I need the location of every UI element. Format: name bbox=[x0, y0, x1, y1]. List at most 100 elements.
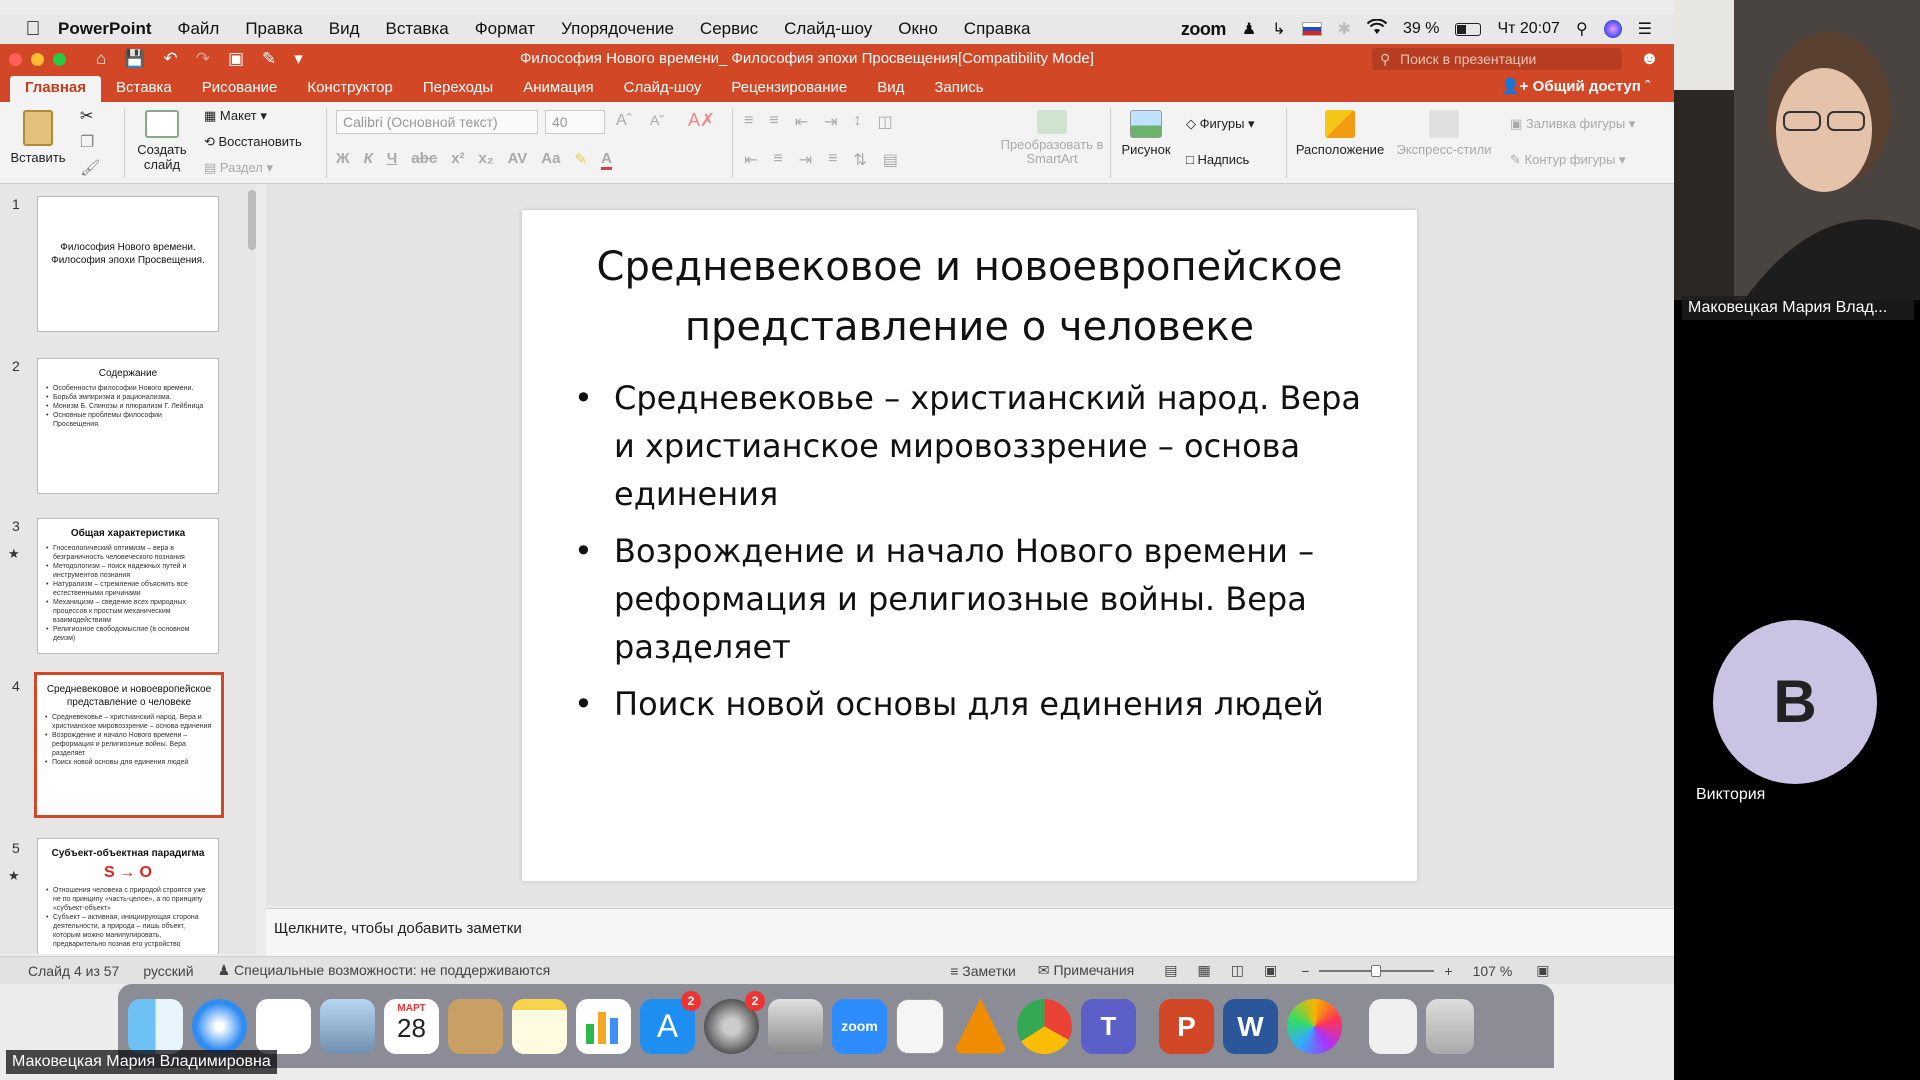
close-window-button[interactable] bbox=[9, 52, 22, 66]
font-size-select[interactable]: 40 bbox=[545, 110, 605, 134]
align-center-icon[interactable]: ≡ bbox=[773, 150, 782, 170]
numbers-icon[interactable] bbox=[576, 998, 631, 1054]
contacts-icon[interactable] bbox=[448, 998, 503, 1054]
feedback-icon[interactable]: ☻ bbox=[1640, 48, 1659, 69]
image-capture-icon[interactable] bbox=[768, 998, 823, 1054]
tab-record[interactable]: Запись bbox=[919, 76, 998, 102]
menu-tools[interactable]: Сервис bbox=[700, 19, 758, 39]
text-direction-icon[interactable]: ⇅ bbox=[854, 150, 867, 170]
reset-button[interactable]: ⟲ Восстановить bbox=[204, 134, 302, 150]
slide-title[interactable]: Средневековое и новоевропейское представ… bbox=[562, 237, 1377, 357]
zoom-slider-thumb[interactable] bbox=[1371, 964, 1382, 977]
clear-formatting-icon[interactable]: A✗ bbox=[688, 110, 715, 131]
apple-icon[interactable]:  bbox=[22, 18, 44, 40]
picture-button[interactable]: Рисунок bbox=[1118, 110, 1174, 157]
shape-fill-button[interactable]: ▣ Заливка фигуры ▾ bbox=[1510, 116, 1635, 132]
user-icon[interactable]: ♟ bbox=[1242, 19, 1256, 39]
notification-center-icon[interactable]: ☰ bbox=[1638, 19, 1652, 39]
clock[interactable]: Чт 20:07 bbox=[1497, 20, 1559, 38]
convert-smartart-button[interactable]: Преобразовать в SmartArt bbox=[1000, 110, 1104, 166]
menu-slideshow[interactable]: Слайд-шоу bbox=[784, 19, 872, 39]
layout-button[interactable]: ▦ Макет ▾ bbox=[204, 108, 267, 124]
shape-outline-button[interactable]: ✎ Контур фигуры ▾ bbox=[1510, 152, 1626, 168]
normal-view-icon[interactable]: ▤ bbox=[1164, 962, 1177, 979]
speaker-video[interactable] bbox=[1674, 0, 1920, 300]
system-preferences-icon[interactable]: 2 bbox=[704, 990, 765, 1054]
align-text-icon[interactable]: ▤ bbox=[883, 150, 898, 170]
tab-transitions[interactable]: Переходы bbox=[408, 76, 508, 102]
line-spacing-icon[interactable]: ↕ bbox=[854, 112, 862, 132]
tab-home[interactable]: Главная bbox=[10, 76, 102, 102]
slides-icon[interactable]: ▣ bbox=[228, 49, 244, 69]
numbering-icon[interactable]: ≡ bbox=[769, 112, 778, 132]
menu-arrange[interactable]: Упорядочение bbox=[561, 19, 674, 39]
highlight-icon[interactable]: ✎ bbox=[574, 150, 587, 170]
font-color-icon[interactable]: A bbox=[601, 150, 612, 170]
tab-view[interactable]: Вид bbox=[862, 76, 919, 102]
font-name-select[interactable]: Calibri (Основной текст) bbox=[336, 110, 538, 134]
paste-button[interactable]: Вставить bbox=[8, 110, 68, 165]
notes-field[interactable]: Щелкните, чтобы добавить заметки bbox=[266, 908, 1674, 956]
edit-icon[interactable]: ✎ bbox=[262, 49, 276, 69]
menu-help[interactable]: Справка bbox=[964, 19, 1031, 39]
thumbnail-slide-4[interactable]: Средневековое и новоевропейское представ… bbox=[34, 672, 224, 818]
decrease-font-icon[interactable]: Aˇ bbox=[650, 112, 664, 128]
redo-icon[interactable]: ↷ bbox=[196, 49, 210, 69]
italic-icon[interactable]: К bbox=[364, 150, 373, 170]
word-icon[interactable]: W bbox=[1223, 998, 1278, 1054]
strikethrough-icon[interactable]: abc bbox=[411, 150, 437, 170]
comments-toggle-button[interactable]: ✉ Примечания bbox=[1038, 962, 1134, 979]
format-painter-icon[interactable]: 🖌 bbox=[80, 158, 100, 178]
app-store-icon[interactable]: A 2 bbox=[640, 990, 701, 1054]
fit-to-window-icon[interactable]: ▣ bbox=[1536, 962, 1549, 979]
thumbnail-slide-5[interactable]: Субъект-объектная парадигма S → O Отноше… bbox=[37, 838, 219, 954]
undo-icon[interactable]: ↶ bbox=[163, 49, 177, 69]
zoom-level[interactable]: 107 % bbox=[1473, 963, 1513, 979]
bold-icon[interactable]: Ж bbox=[336, 150, 350, 170]
increase-font-icon[interactable]: Aˆ bbox=[616, 112, 632, 130]
tab-draw[interactable]: Рисование bbox=[187, 76, 293, 102]
decrease-indent-icon[interactable]: ⇤ bbox=[795, 112, 808, 132]
copy-icon[interactable]: ❐ bbox=[80, 132, 94, 152]
safari-icon[interactable] bbox=[192, 998, 247, 1054]
finder-icon[interactable] bbox=[128, 998, 183, 1054]
document-icon[interactable] bbox=[896, 998, 944, 1054]
thumbnails-scrollbar[interactable] bbox=[248, 190, 256, 250]
change-case-icon[interactable]: Aa bbox=[541, 150, 560, 170]
customize-toolbar-icon[interactable]: ▾ bbox=[294, 49, 303, 69]
reminders-icon[interactable] bbox=[256, 998, 311, 1054]
tab-insert[interactable]: Вставка bbox=[101, 76, 187, 102]
save-icon[interactable]: 💾 bbox=[124, 49, 145, 69]
menu-file[interactable]: Файл bbox=[178, 19, 220, 39]
wifi-icon[interactable] bbox=[1366, 18, 1388, 40]
zoom-app-icon[interactable]: zoom bbox=[832, 998, 887, 1054]
zoom-out-button[interactable]: − bbox=[1301, 963, 1309, 979]
underline-icon[interactable]: Ч bbox=[387, 150, 398, 170]
justify-icon[interactable]: ≡ bbox=[828, 150, 837, 170]
share-button[interactable]: 👤+ Общий доступ ˆ bbox=[1501, 77, 1650, 95]
search-input[interactable]: ⚲ Поиск в презентации bbox=[1372, 48, 1622, 70]
zoom-in-button[interactable]: + bbox=[1444, 963, 1452, 979]
section-button[interactable]: ▤ Раздел ▾ bbox=[204, 160, 273, 176]
menu-format[interactable]: Формат bbox=[475, 19, 535, 39]
superscript-icon[interactable]: x² bbox=[451, 150, 464, 170]
home-icon[interactable]: ⌂ bbox=[96, 49, 106, 69]
increase-indent-icon[interactable]: ⇥ bbox=[824, 112, 837, 132]
notes-app-icon[interactable] bbox=[512, 998, 567, 1054]
columns-icon[interactable]: ◫ bbox=[878, 112, 893, 132]
chrome-icon[interactable] bbox=[1017, 998, 1072, 1054]
shapes-button[interactable]: ◇ Фигуры ▾ bbox=[1186, 116, 1255, 132]
trash-icon[interactable] bbox=[1426, 998, 1474, 1054]
textbox-button[interactable]: □ Надпись bbox=[1186, 152, 1249, 167]
tab-design[interactable]: Конструктор bbox=[292, 76, 408, 102]
bluetooth-icon[interactable]: ✱ bbox=[1338, 19, 1351, 39]
vlc-icon[interactable] bbox=[953, 998, 1008, 1054]
input-source-flag-icon[interactable] bbox=[1301, 22, 1322, 36]
align-right-icon[interactable]: ⇥ bbox=[799, 150, 812, 170]
cursor-icon[interactable]: ↳ bbox=[1272, 19, 1285, 39]
subscript-icon[interactable]: x₂ bbox=[479, 150, 494, 170]
siri-icon[interactable] bbox=[1603, 20, 1622, 38]
spotlight-search-icon[interactable]: ⚲ bbox=[1576, 19, 1588, 39]
thumbnail-slide-3[interactable]: Общая характеристика Гносеологический оп… bbox=[37, 518, 219, 654]
slide-bullet[interactable]: Возрождение и начало Нового времени – ре… bbox=[574, 527, 1389, 671]
